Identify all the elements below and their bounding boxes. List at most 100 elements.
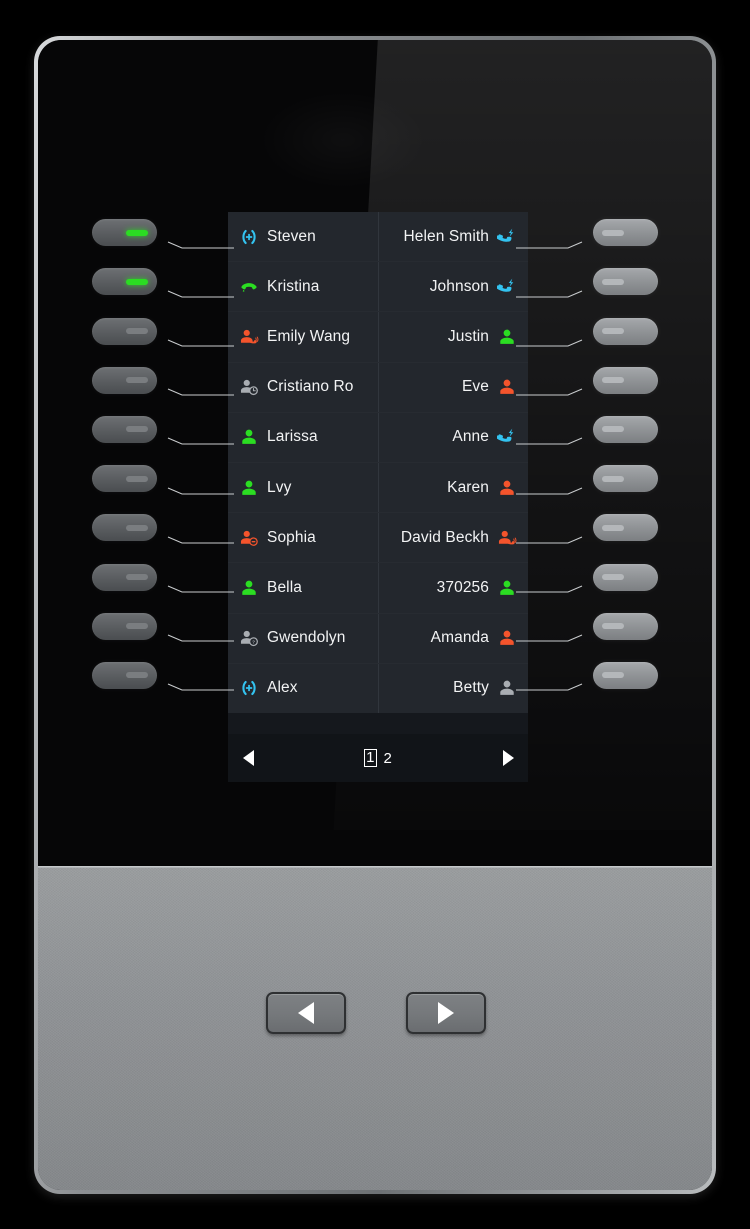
- pagination-bar: 12: [228, 734, 528, 782]
- key-led-indicator: [602, 278, 624, 285]
- contact-name: Cristiano Ro: [267, 378, 354, 396]
- parked-call-icon: [239, 227, 259, 247]
- svg-text:?: ?: [252, 639, 255, 644]
- user-icon: [497, 377, 517, 397]
- contact-cell-right[interactable]: Anne: [378, 412, 528, 462]
- key-led-indicator: [126, 426, 148, 433]
- user-icon: [497, 327, 517, 347]
- key-led-indicator: [126, 574, 148, 580]
- missed-call-icon: [495, 227, 517, 247]
- screenshot-root: Steven Helen Smith Kristina Johnson Emily …: [0, 0, 750, 1229]
- contact-name: Kristina: [267, 277, 320, 295]
- user-unknown-icon: ?: [239, 628, 259, 648]
- side-key-right-7[interactable]: [593, 514, 658, 542]
- side-key-left-6[interactable]: [92, 465, 157, 493]
- side-key-right-9[interactable]: [593, 612, 658, 640]
- key-led-indicator: [602, 672, 624, 679]
- key-led-indicator: [126, 672, 148, 679]
- side-key-left-8[interactable]: [92, 563, 157, 591]
- pager-prev-button[interactable]: [238, 748, 258, 768]
- contact-list: Steven Helen Smith Kristina Johnson Emily …: [228, 212, 528, 734]
- side-key-left-7[interactable]: [92, 514, 157, 542]
- user-icon: [239, 478, 259, 498]
- side-key-left-10[interactable]: [92, 661, 157, 689]
- key-connector-line: [166, 487, 236, 497]
- page-prev-hard-key[interactable]: [266, 992, 346, 1034]
- side-key-left-9[interactable]: [92, 612, 157, 640]
- contact-cell-left[interactable]: Lvy: [228, 462, 378, 513]
- contact-name: Anne: [452, 428, 489, 446]
- user-dnd-icon: [239, 528, 259, 548]
- key-connector-line: [166, 536, 236, 546]
- key-led-indicator: [602, 574, 624, 580]
- side-key-left-1[interactable]: [92, 219, 157, 247]
- key-connector-line: [166, 634, 236, 644]
- missed-call-icon: [495, 277, 517, 297]
- side-key-left-3[interactable]: [92, 317, 157, 345]
- key-led-indicator: [602, 328, 624, 334]
- contact-name: Justin: [447, 327, 489, 345]
- contact-cell-left[interactable]: ? Gwendolyn: [228, 613, 378, 663]
- contact-cell-right[interactable]: Amanda: [378, 613, 528, 663]
- side-key-right-3[interactable]: [593, 317, 658, 345]
- contact-cell-right[interactable]: Karen: [378, 462, 528, 513]
- contact-cell-right[interactable]: Betty: [378, 663, 528, 713]
- side-key-right-1[interactable]: [593, 219, 658, 247]
- contact-cell-left[interactable]: Emily Wang: [228, 312, 378, 362]
- page-next-hard-key[interactable]: [406, 992, 486, 1034]
- triangle-right-icon: [438, 1002, 454, 1024]
- side-key-right-2[interactable]: [593, 268, 658, 296]
- missed-call-icon: [495, 427, 517, 447]
- user-ringing-icon: [239, 327, 259, 347]
- key-led-indicator: [126, 328, 148, 334]
- key-led-indicator: [602, 377, 624, 384]
- side-key-left-2[interactable]: [92, 268, 157, 296]
- contact-cell-right[interactable]: Eve: [378, 362, 528, 412]
- user-icon: [239, 427, 259, 447]
- side-key-right-5[interactable]: [593, 415, 658, 443]
- pager-next-button[interactable]: [498, 748, 518, 768]
- side-key-right-4[interactable]: [593, 366, 658, 394]
- contact-name: Johnson: [429, 277, 489, 295]
- page-number[interactable]: 2: [384, 751, 392, 766]
- key-led-indicator: [126, 229, 148, 236]
- key-connector-line: [166, 683, 236, 693]
- contact-cell-left[interactable]: Bella: [228, 563, 378, 613]
- key-led-indicator: [602, 524, 624, 531]
- contact-name: Lvy: [267, 478, 292, 496]
- contact-cell-right[interactable]: Justin: [378, 312, 528, 362]
- contact-name: Alex: [267, 679, 298, 697]
- table-row: Emily Wang Justin: [228, 312, 528, 363]
- key-connector-line: [166, 339, 236, 349]
- contact-cell-left[interactable]: Steven: [228, 212, 378, 262]
- contact-name: David Beckh: [400, 528, 489, 546]
- side-key-right-6[interactable]: [593, 465, 658, 493]
- contact-cell-left[interactable]: Alex: [228, 663, 378, 713]
- side-key-left-4[interactable]: [92, 366, 157, 394]
- user-icon: [239, 578, 259, 598]
- key-connector-line: [166, 585, 236, 595]
- contact-cell-right[interactable]: David Beckh: [378, 513, 528, 563]
- key-led-indicator: [602, 229, 624, 236]
- contact-cell-left[interactable]: Kristina: [228, 262, 378, 312]
- page-number-active[interactable]: 1: [364, 749, 377, 767]
- key-led-indicator: [602, 426, 624, 433]
- contact-cell-left[interactable]: Sophia: [228, 513, 378, 563]
- user-icon: [497, 628, 517, 648]
- key-led-indicator: [126, 623, 148, 630]
- contact-cell-right[interactable]: Helen Smith: [378, 212, 528, 262]
- key-led-indicator: [602, 623, 624, 630]
- side-key-right-10[interactable]: [593, 661, 658, 689]
- contact-cell-right[interactable]: Johnson: [378, 262, 528, 312]
- key-connector-line: [166, 437, 236, 447]
- key-led-indicator: [602, 475, 624, 482]
- contact-cell-right[interactable]: 370256: [378, 563, 528, 613]
- triangle-left-icon: [298, 1002, 314, 1024]
- contact-name: Karen: [447, 478, 489, 496]
- contact-name: Larissa: [267, 428, 318, 446]
- side-key-left-5[interactable]: [92, 415, 157, 443]
- side-key-right-8[interactable]: [593, 563, 658, 591]
- contact-cell-left[interactable]: Larissa: [228, 412, 378, 462]
- contact-cell-left[interactable]: Cristiano Ro: [228, 362, 378, 412]
- contact-name: Bella: [267, 578, 302, 596]
